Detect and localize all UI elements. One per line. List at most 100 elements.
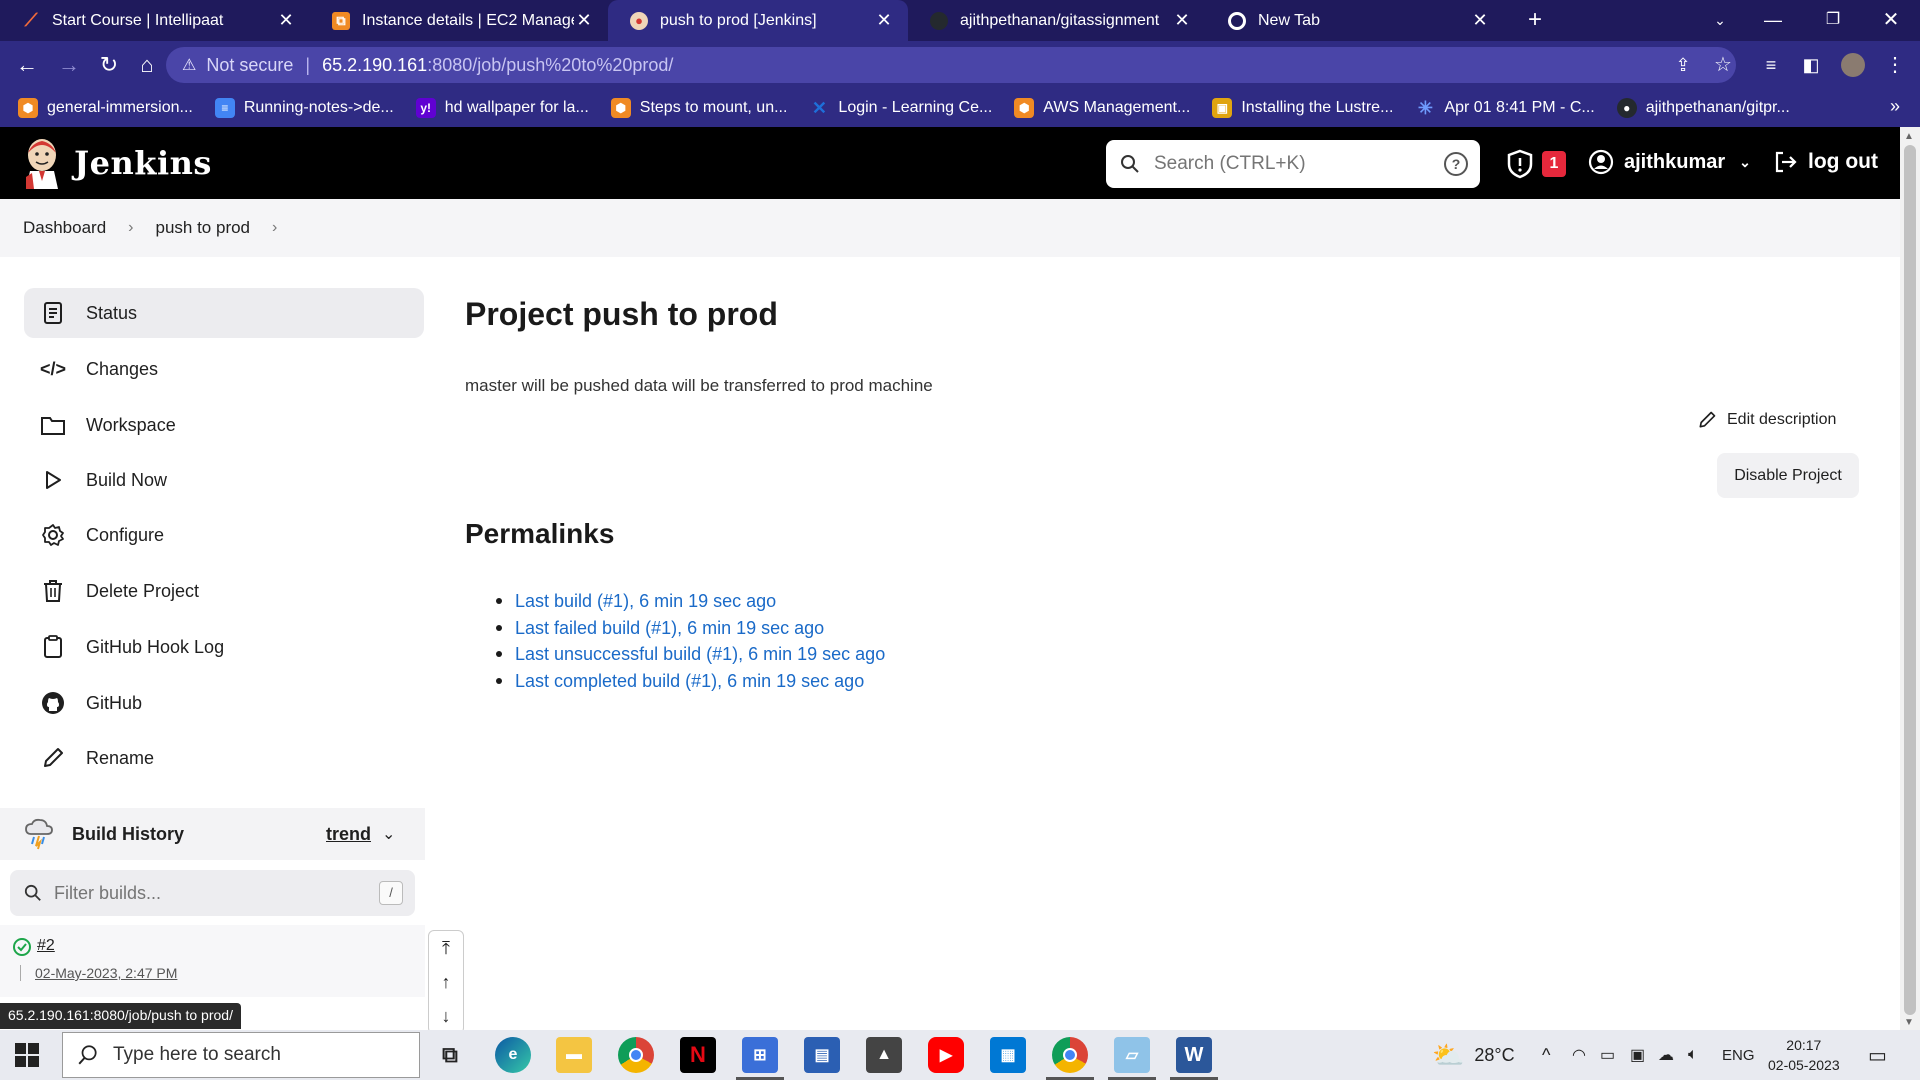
chevron-down-icon[interactable]: ⌄ [382, 824, 395, 844]
disable-project-button[interactable]: Disable Project [1717, 453, 1859, 498]
hat-app-icon[interactable]: ▲ [866, 1037, 902, 1073]
windows-start-icon[interactable] [14, 1042, 40, 1068]
permalink-last-failed-build[interactable]: Last failed build (#1), 6 min 19 sec ago [493, 615, 885, 642]
page-scrollbar[interactable]: ▲ ▼ [1900, 127, 1920, 1030]
show-hidden-icons[interactable]: ^ [1542, 1030, 1550, 1080]
netflix-icon[interactable]: N [680, 1037, 716, 1073]
sidebar-item-github[interactable]: GitHub [24, 678, 424, 728]
taskbar-search-box[interactable]: Type here to search [62, 1032, 420, 1078]
remote-desktop-icon[interactable]: ⊞ [736, 1037, 784, 1080]
back-button[interactable]: ← [12, 50, 42, 80]
build-history-row[interactable]: #2 02-May-2023, 2:47 PM [0, 925, 425, 997]
store-icon[interactable]: ▦ [990, 1037, 1026, 1073]
bookmark-item[interactable]: ⬢ Steps to mount, un... [610, 98, 787, 118]
bookmarks-overflow-icon[interactable]: » [1890, 96, 1900, 117]
security-monitor[interactable]: 1 [1506, 149, 1566, 179]
youtube-icon[interactable]: ▶ [928, 1037, 964, 1073]
tab-jenkins[interactable]: ● push to prod [Jenkins] ✕ [608, 0, 908, 41]
share-icon[interactable]: ⇪ [1668, 50, 1698, 80]
sidebar-item-github-hook-log[interactable]: GitHub Hook Log [24, 622, 424, 672]
permalink-last-build[interactable]: Last build (#1), 6 min 19 sec ago [493, 588, 885, 615]
sidebar-item-rename[interactable]: Rename [24, 733, 424, 783]
jenkins-search-input[interactable] [1154, 153, 1424, 175]
chevron-right-icon[interactable]: › [272, 219, 277, 237]
tab-intellipaat[interactable]: ⟋ Start Course | Intellipaat ✕ [0, 0, 310, 41]
build-number-link[interactable]: #2 [37, 937, 55, 955]
bookmark-item[interactable]: y! hd wallpaper for la... [415, 98, 589, 118]
notepad-icon[interactable]: ▱ [1108, 1037, 1156, 1080]
bookmark-item[interactable]: ⬢ AWS Management... [1014, 98, 1190, 118]
address-bar[interactable]: ⚠ Not secure | 65.2.190.161 :8080/job/pu… [166, 47, 1736, 83]
language-indicator[interactable]: ENG [1722, 1030, 1755, 1080]
filter-builds-input[interactable] [54, 882, 354, 904]
battery-icon[interactable]: ▭ [1600, 1030, 1615, 1080]
sidebar-item-workspace[interactable]: Workspace [24, 400, 424, 450]
profile-avatar[interactable] [1838, 50, 1868, 80]
new-tab-button[interactable]: + [1520, 6, 1550, 36]
forward-button[interactable]: → [54, 50, 84, 80]
permalink-last-completed-build[interactable]: Last completed build (#1), 6 min 19 sec … [493, 668, 885, 695]
build-date-link[interactable]: 02-May-2023, 2:47 PM [35, 965, 177, 981]
wifi-icon[interactable]: ◠ [1572, 1030, 1586, 1080]
user-menu[interactable]: ajithkumar ⌄ [1588, 149, 1751, 175]
scroll-down-icon[interactable]: ↓ [429, 999, 463, 1033]
menu-kebab-icon[interactable]: ⋮ [1880, 50, 1910, 80]
bookmark-item[interactable]: ✳ Apr 01 8:41 PM - C... [1415, 98, 1595, 118]
file-explorer-icon[interactable]: ▬ [556, 1037, 592, 1073]
chrome-profile-icon[interactable] [1046, 1037, 1094, 1080]
tab-github[interactable]: ajithpethanan/gitassignment ✕ [908, 0, 1206, 41]
word-icon[interactable]: W [1170, 1037, 1218, 1080]
help-icon[interactable]: ? [1444, 152, 1468, 176]
weather-widget[interactable]: ⛅ 28°C [1432, 1030, 1515, 1080]
bookmark-item[interactable]: ≡ Running-notes->de... [214, 98, 394, 118]
jenkins-logo[interactable]: Jenkins [22, 137, 212, 189]
network-app-icon[interactable]: ▤ [804, 1037, 840, 1073]
task-view-icon[interactable]: ⧉ [432, 1037, 468, 1073]
cloud-sync-icon[interactable]: ☁ [1658, 1030, 1674, 1080]
tab-search-icon[interactable]: ⌄ [1695, 0, 1745, 41]
tab-ec2[interactable]: ⧉ Instance details | EC2 Management ✕ [310, 0, 608, 41]
bookmark-item[interactable]: ● ajithpethanan/gitpr... [1616, 98, 1790, 118]
close-tab-icon[interactable]: ✕ [1172, 10, 1192, 31]
home-button[interactable]: ⌂ [132, 50, 162, 80]
minimize-button[interactable]: — [1748, 0, 1798, 41]
sidebar-item-configure[interactable]: Configure [24, 510, 424, 560]
scroll-up-icon[interactable]: ↑ [429, 965, 463, 999]
reload-button[interactable]: ↻ [94, 50, 124, 80]
close-tab-icon[interactable]: ✕ [1470, 10, 1490, 31]
trend-link[interactable]: trend [326, 824, 371, 845]
breadcrumb-job[interactable]: push to prod [156, 218, 251, 238]
display-icon[interactable]: ▣ [1630, 1030, 1645, 1080]
jenkins-search-box[interactable]: ? [1106, 140, 1480, 188]
restore-button[interactable]: ❐ [1808, 0, 1858, 41]
breadcrumb-dashboard[interactable]: Dashboard [23, 218, 106, 238]
notification-icon[interactable]: ▭ [1868, 1030, 1887, 1080]
bookmark-star-icon[interactable]: ☆ [1708, 50, 1738, 80]
permalink-last-unsuccessful-build[interactable]: Last unsuccessful build (#1), 6 min 19 s… [493, 641, 885, 668]
edit-description-link[interactable]: Edit description [1697, 410, 1836, 430]
tab-new[interactable]: New Tab ✕ [1206, 0, 1504, 41]
sidebar-item-changes[interactable]: </> Changes [24, 344, 424, 394]
bookmark-item[interactable]: ✕ Login - Learning Ce... [809, 98, 992, 118]
scroll-to-top-icon[interactable]: ⤒ [429, 931, 463, 965]
bookmark-item[interactable]: ▣ Installing the Lustre... [1212, 98, 1393, 118]
side-panel-icon[interactable]: ◧ [1796, 50, 1826, 80]
close-tab-icon[interactable]: ✕ [574, 10, 594, 31]
scroll-down-arrow-icon[interactable]: ▼ [1904, 1017, 1914, 1028]
sidebar-item-build-now[interactable]: Build Now [24, 455, 424, 505]
scroll-up-arrow-icon[interactable]: ▲ [1904, 131, 1914, 142]
sidebar-item-status[interactable]: Status [24, 288, 424, 338]
sidebar-item-delete-project[interactable]: Delete Project [24, 566, 424, 616]
logout-link[interactable]: log out [1772, 149, 1878, 175]
volume-icon[interactable]: 🔈︎ [1688, 1030, 1698, 1080]
bookmark-item[interactable]: ⬢ general-immersion... [18, 98, 193, 118]
reading-list-icon[interactable]: ≡ [1756, 50, 1786, 80]
chrome-icon[interactable] [618, 1037, 654, 1073]
taskbar-clock[interactable]: 20:17 02-05-2023 [1768, 1035, 1840, 1075]
close-window-button[interactable]: ✕ [1866, 0, 1916, 41]
close-tab-icon[interactable]: ✕ [874, 10, 894, 31]
scrollbar-thumb[interactable] [1904, 145, 1916, 1015]
filter-builds-box[interactable]: / [10, 870, 415, 916]
edge-icon[interactable]: e [495, 1037, 531, 1073]
close-tab-icon[interactable]: ✕ [276, 10, 296, 31]
